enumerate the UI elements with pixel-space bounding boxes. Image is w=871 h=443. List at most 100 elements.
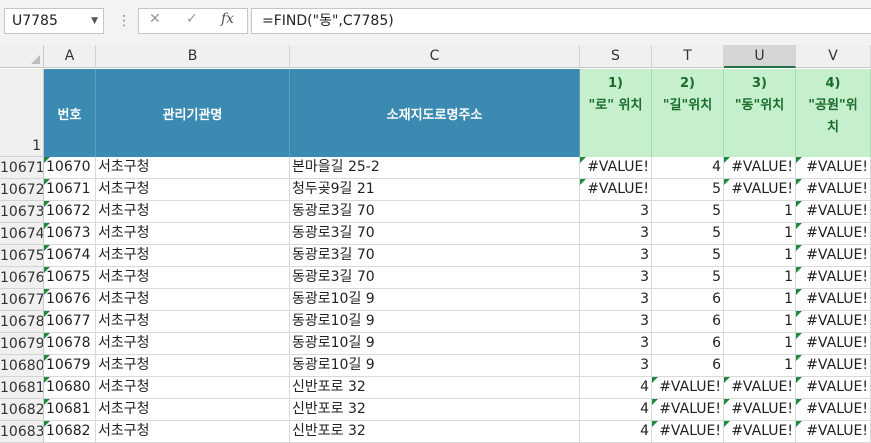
cell-u[interactable]: #VALUE! [724, 179, 796, 201]
cell-t[interactable]: 6 [652, 355, 724, 377]
cell-a[interactable]: 10674 [44, 245, 96, 267]
cell-s[interactable]: 4 [580, 399, 652, 421]
cell-v[interactable]: #VALUE! [796, 377, 871, 399]
cell-s[interactable]: #VALUE! [580, 179, 652, 201]
name-box[interactable]: U7785 ▼ [4, 8, 104, 34]
cell-s[interactable]: 3 [580, 245, 652, 267]
header-b[interactable]: 관리기관명 [96, 69, 290, 157]
cell-s[interactable]: 3 [580, 267, 652, 289]
row-header[interactable]: 10673 [0, 201, 44, 223]
chevron-down-icon[interactable]: ▼ [91, 9, 98, 33]
cell-b[interactable]: 서초구청 [96, 311, 290, 333]
row-header[interactable]: 10675 [0, 245, 44, 267]
cell-a[interactable]: 10678 [44, 333, 96, 355]
cell-u[interactable]: #VALUE! [724, 157, 796, 179]
cell-a[interactable]: 10680 [44, 377, 96, 399]
header-a[interactable]: 번호 [44, 69, 96, 157]
cell-a[interactable]: 10677 [44, 311, 96, 333]
cell-u[interactable]: 1 [724, 355, 796, 377]
cell-v[interactable]: #VALUE! [796, 311, 871, 333]
cell-b[interactable]: 서초구청 [96, 223, 290, 245]
column-header-s[interactable]: S [580, 45, 652, 68]
cell-v[interactable]: #VALUE! [796, 399, 871, 421]
cell-v[interactable]: #VALUE! [796, 267, 871, 289]
insert-function-icon[interactable]: fx [221, 11, 234, 27]
header-v[interactable]: 4) "공원"위 치 [796, 69, 871, 157]
cell-u[interactable]: 1 [724, 333, 796, 355]
cell-t[interactable]: 5 [652, 201, 724, 223]
cell-c[interactable]: 청두곶9길 21 [290, 179, 580, 201]
cell-s[interactable]: 4 [580, 421, 652, 443]
more-options-icon[interactable]: ⋮ [117, 12, 131, 30]
cell-c[interactable]: 동광로3길 70 [290, 223, 580, 245]
column-header-c[interactable]: C [290, 45, 580, 68]
row-header[interactable]: 10683 [0, 421, 44, 443]
cell-a[interactable]: 10675 [44, 267, 96, 289]
cell-b[interactable]: 서초구청 [96, 245, 290, 267]
cell-u[interactable]: 1 [724, 289, 796, 311]
cell-a[interactable]: 10670 [44, 157, 96, 179]
cell-s[interactable]: 3 [580, 333, 652, 355]
cell-t[interactable]: 6 [652, 289, 724, 311]
cell-c[interactable]: 동광로10길 9 [290, 355, 580, 377]
cell-b[interactable]: 서초구청 [96, 157, 290, 179]
cell-t[interactable]: #VALUE! [652, 399, 724, 421]
cell-v[interactable]: #VALUE! [796, 201, 871, 223]
cell-u[interactable]: 1 [724, 311, 796, 333]
row-header[interactable]: 10671 [0, 157, 44, 179]
cell-b[interactable]: 서초구청 [96, 289, 290, 311]
cell-s[interactable]: 3 [580, 311, 652, 333]
cell-c[interactable]: 동광로10길 9 [290, 333, 580, 355]
column-header-t[interactable]: T [652, 45, 724, 68]
column-header-u[interactable]: U [724, 45, 796, 68]
column-header-b[interactable]: B [96, 45, 290, 68]
enter-icon[interactable]: ✓ [186, 11, 198, 27]
cell-u[interactable]: 1 [724, 245, 796, 267]
formula-input[interactable]: =FIND("동",C7785) [251, 8, 871, 34]
cell-b[interactable]: 서초구청 [96, 267, 290, 289]
cell-u[interactable]: 1 [724, 223, 796, 245]
cancel-icon[interactable]: ✕ [149, 11, 161, 27]
cell-s[interactable]: 3 [580, 201, 652, 223]
row-header[interactable]: 10677 [0, 289, 44, 311]
cell-s[interactable]: #VALUE! [580, 157, 652, 179]
cell-b[interactable]: 서초구청 [96, 399, 290, 421]
cell-c[interactable]: 동광로3길 70 [290, 267, 580, 289]
header-u[interactable]: 3) "동"위치 [724, 69, 796, 157]
cell-u[interactable]: 1 [724, 267, 796, 289]
cell-u[interactable]: #VALUE! [724, 421, 796, 443]
cell-s[interactable]: 4 [580, 377, 652, 399]
cell-u[interactable]: #VALUE! [724, 377, 796, 399]
cell-b[interactable]: 서초구청 [96, 201, 290, 223]
cell-c[interactable]: 신반포로 32 [290, 377, 580, 399]
cell-c[interactable]: 동광로3길 70 [290, 201, 580, 223]
cell-u[interactable]: 1 [724, 201, 796, 223]
row-header[interactable]: 10681 [0, 377, 44, 399]
cell-a[interactable]: 10682 [44, 421, 96, 443]
cell-v[interactable]: #VALUE! [796, 289, 871, 311]
cell-v[interactable]: #VALUE! [796, 223, 871, 245]
cell-t[interactable]: 6 [652, 333, 724, 355]
cell-a[interactable]: 10672 [44, 201, 96, 223]
cell-t[interactable]: 4 [652, 157, 724, 179]
cell-c[interactable]: 동광로10길 9 [290, 289, 580, 311]
cell-c[interactable]: 신반포로 32 [290, 399, 580, 421]
row-header-1[interactable]: 1 [0, 69, 44, 157]
row-header[interactable]: 10674 [0, 223, 44, 245]
cell-b[interactable]: 서초구청 [96, 355, 290, 377]
cell-v[interactable]: #VALUE! [796, 333, 871, 355]
cell-c[interactable]: 동광로3길 70 [290, 245, 580, 267]
cell-t[interactable]: 5 [652, 245, 724, 267]
cell-b[interactable]: 서초구청 [96, 333, 290, 355]
cell-v[interactable]: #VALUE! [796, 355, 871, 377]
cell-a[interactable]: 10681 [44, 399, 96, 421]
header-c[interactable]: 소재지도로명주소 [290, 69, 580, 157]
row-header[interactable]: 10679 [0, 333, 44, 355]
cell-t[interactable]: 6 [652, 311, 724, 333]
header-t[interactable]: 2) "길"위치 [652, 69, 724, 157]
cell-b[interactable]: 서초구청 [96, 377, 290, 399]
cell-u[interactable]: #VALUE! [724, 399, 796, 421]
cell-t[interactable]: 5 [652, 179, 724, 201]
select-all-corner[interactable] [0, 45, 44, 68]
row-header[interactable]: 10678 [0, 311, 44, 333]
